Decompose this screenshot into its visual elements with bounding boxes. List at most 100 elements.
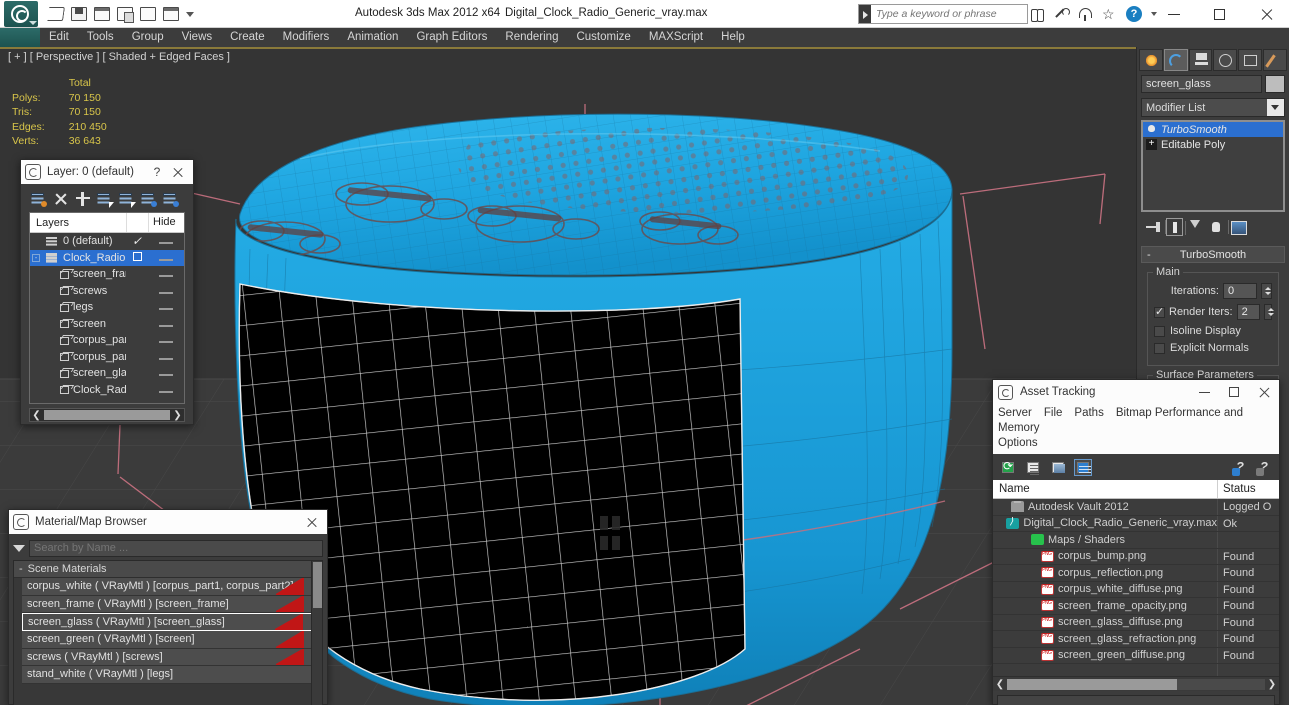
plus-icon[interactable] xyxy=(73,189,92,208)
open-folder-icon[interactable] xyxy=(46,5,66,23)
save-disk-icon[interactable] xyxy=(69,5,89,23)
star-icon[interactable]: ☆ xyxy=(1102,6,1117,22)
scroll-thumb[interactable] xyxy=(313,562,322,608)
menu-customize[interactable]: Customize xyxy=(567,28,639,47)
material-item-stand-white[interactable]: stand_white ( VRayMtl ) [legs] xyxy=(22,666,322,684)
make-unique-icon[interactable] xyxy=(1187,218,1204,236)
help-icon[interactable]: ? xyxy=(147,165,167,179)
layer-active-check[interactable]: ✓ xyxy=(126,234,148,248)
menu-graph-editors[interactable]: Graph Editors xyxy=(407,28,496,47)
plus-box-icon[interactable]: + xyxy=(1146,139,1157,150)
app-logo-button[interactable] xyxy=(4,1,38,27)
layer-hide-toggle[interactable] xyxy=(148,252,184,264)
rollout-header[interactable]: - TurboSmooth xyxy=(1141,246,1285,263)
configure-sets-icon[interactable] xyxy=(1229,218,1248,236)
explicit-normals-checkbox[interactable] xyxy=(1154,342,1165,354)
layer-hide-toggle[interactable] xyxy=(148,384,184,396)
chevron-down-icon[interactable] xyxy=(1267,99,1284,116)
search-input[interactable] xyxy=(29,539,323,557)
menu-group[interactable]: Group xyxy=(123,28,173,47)
isoline-row[interactable]: Isoline Display xyxy=(1154,325,1272,337)
scroll-thumb[interactable] xyxy=(44,410,170,420)
qat-customize-icon[interactable] xyxy=(186,11,194,17)
asset-row-maps-shaders[interactable]: Maps / Shaders xyxy=(993,532,1279,549)
help-grey-icon[interactable]: ? xyxy=(1256,459,1273,476)
minimize-button[interactable] xyxy=(1189,380,1219,404)
material-item-screen-glass[interactable]: screen_glass ( VRayMtl ) [screen_glass] xyxy=(22,613,322,631)
asset-row-screen-glass-diffuse[interactable]: screen_glass_diffuse.png Found xyxy=(993,614,1279,631)
asset-tracking-table[interactable]: Name Status Autodesk Vault 2012 Logged O… xyxy=(993,480,1279,676)
group-toggle-icon[interactable]: - xyxy=(19,563,23,575)
menu-maxscript[interactable]: MAXScript xyxy=(640,28,712,47)
hierarchy-tab[interactable] xyxy=(1188,49,1213,71)
scroll-thumb[interactable] xyxy=(1007,678,1177,690)
layer-row-screen-glass[interactable]: screen_glass xyxy=(30,365,184,382)
search-dropdown-icon[interactable] xyxy=(859,5,871,23)
matbrowser-titlebar[interactable]: Material/Map Browser xyxy=(9,510,327,534)
layer-row-corpus-part2[interactable]: corpus_part2 xyxy=(30,332,184,349)
maximize-button[interactable] xyxy=(1219,380,1249,404)
lightbulb-icon[interactable] xyxy=(1146,124,1158,136)
list-view-icon[interactable] xyxy=(1024,459,1042,476)
select-highlighted-icon[interactable] xyxy=(117,189,136,208)
layer-hide-toggle[interactable] xyxy=(148,268,184,280)
menu-rendering[interactable]: Rendering xyxy=(496,28,567,47)
asset-row-vault[interactable]: Autodesk Vault 2012 Logged O xyxy=(993,499,1279,516)
close-button[interactable] xyxy=(1243,0,1289,28)
window-controls[interactable] xyxy=(1151,0,1289,28)
render-iters-spinner[interactable] xyxy=(1264,304,1274,320)
layer-row-screws[interactable]: screws xyxy=(30,283,184,300)
select-layer-objects-icon[interactable] xyxy=(95,189,114,208)
highlight-selected-icon[interactable] xyxy=(139,189,158,208)
command-panel-tabs[interactable] xyxy=(1137,47,1289,71)
scroll-right-icon[interactable]: ❯ xyxy=(1265,679,1279,690)
modifier-stack-item-editablepoly[interactable]: + Editable Poly xyxy=(1143,137,1283,152)
matbrowser-vscrollbar[interactable] xyxy=(311,561,322,705)
layer-hide-toggle[interactable] xyxy=(148,301,184,313)
explicit-normals-row[interactable]: Explicit Normals xyxy=(1154,342,1272,354)
scroll-left-icon[interactable]: ❮ xyxy=(30,410,43,421)
display-tab[interactable] xyxy=(1238,49,1263,71)
menu-edit[interactable]: Edit xyxy=(40,28,78,47)
asset-tracking-titlebar[interactable]: Asset Tracking xyxy=(993,380,1279,404)
utilities-tab[interactable] xyxy=(1263,49,1287,71)
binoculars-icon[interactable] xyxy=(1030,7,1045,22)
layer-row-legs[interactable]: legs xyxy=(30,299,184,316)
layer-hide-toggle[interactable] xyxy=(148,318,184,330)
material-item-screen-frame[interactable]: screen_frame ( VRayMtl ) [screen_frame] xyxy=(22,595,322,613)
filter-dropdown-icon[interactable] xyxy=(13,544,25,552)
search-input[interactable] xyxy=(871,6,1027,22)
menu-modifiers[interactable]: Modifiers xyxy=(274,28,339,47)
layer-row-corpus-part1[interactable]: corpus_part1 xyxy=(30,349,184,366)
modifier-list-dropdown[interactable]: Modifier List xyxy=(1141,98,1285,117)
menu-views[interactable]: Views xyxy=(173,28,221,47)
search-box[interactable] xyxy=(858,4,1028,24)
menu-bitmap-performance[interactable]: Bitmap Performance and Memory xyxy=(998,407,1243,434)
modify-tab[interactable] xyxy=(1163,49,1188,71)
layer-hide-toggle[interactable] xyxy=(148,351,184,363)
menu-paths[interactable]: Paths xyxy=(1074,407,1103,419)
asset-tracking-window[interactable]: Asset Tracking Server File Paths Bitmap Per… xyxy=(992,379,1280,705)
main-menubar[interactable]: Edit Tools Group Views Create Modifiers … xyxy=(0,28,1289,47)
asset-table-hscrollbar[interactable]: ❮ ❯ xyxy=(993,676,1279,691)
menu-create[interactable]: Create xyxy=(221,28,274,47)
iterations-spinner[interactable] xyxy=(1261,283,1272,299)
modifier-stack-item-turbosmooth[interactable]: TurboSmooth xyxy=(1143,122,1283,137)
maximize-button[interactable] xyxy=(1197,0,1243,28)
hide-layer-icon[interactable] xyxy=(161,189,180,208)
close-icon[interactable] xyxy=(167,161,189,183)
scene-materials-group[interactable]: - Scene Materials xyxy=(14,561,322,578)
layer-hide-toggle[interactable] xyxy=(148,285,184,297)
help-blue-icon[interactable]: ? xyxy=(1232,459,1249,476)
layer-active-check[interactable] xyxy=(126,251,148,264)
close-button[interactable] xyxy=(1249,380,1279,404)
asset-row-screen-frame-opacity[interactable]: screen_frame_opacity.png Found xyxy=(993,598,1279,615)
matbrowser-list[interactable]: - Scene Materials corpus_white ( VRayMtl… xyxy=(13,560,323,705)
asset-tracking-toolbar[interactable]: ? ? xyxy=(993,454,1279,480)
matbrowser-search-row[interactable] xyxy=(13,538,323,558)
pin-icon[interactable] xyxy=(1145,218,1166,236)
modifier-stack[interactable]: TurboSmooth + Editable Poly xyxy=(1141,120,1285,212)
set-key-icon[interactable] xyxy=(115,5,135,23)
layer-explorer-panel[interactable]: Layer: 0 (default) ? Layers Hide 0 (defa… xyxy=(20,159,194,425)
show-end-result-icon[interactable] xyxy=(1166,218,1186,236)
